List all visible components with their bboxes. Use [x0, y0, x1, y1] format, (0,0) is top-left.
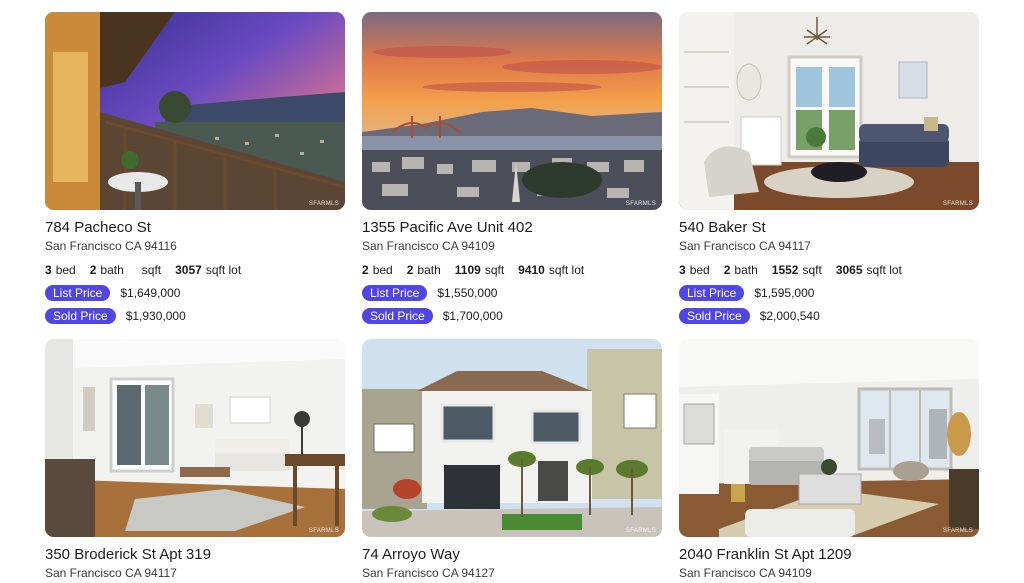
sqft-label: sqft: [802, 263, 822, 277]
photo-watermark: SFARMLS: [308, 528, 339, 534]
baths-stat: 2 bath: [407, 263, 441, 278]
listing-address[interactable]: 784 Pacheco St: [45, 219, 345, 236]
list-price-badge: List Price: [679, 285, 745, 301]
lot-label: sqft lot: [548, 263, 585, 277]
lot-stat: 3065 sqft lot: [836, 263, 902, 278]
sold-price-value: $2,000,540: [759, 309, 820, 323]
listing-address[interactable]: 1355 Pacific Ave Unit 402: [362, 219, 662, 236]
listing-photo[interactable]: SFARMLS: [362, 12, 662, 210]
listing-card[interactable]: SFARMLS 74 Arroyo Way San Francisco CA 9…: [362, 339, 662, 581]
list-price-row: List Price $1,550,000: [362, 285, 662, 301]
sold-price-row: Sold Price $1,700,000: [362, 308, 662, 324]
listing-address[interactable]: 350 Broderick St Apt 319: [45, 546, 345, 563]
listing-card[interactable]: SFARMLS 2040 Franklin St Apt 1209 San Fr…: [679, 339, 979, 581]
listing-photo-image: [362, 12, 662, 210]
lot-stat: 9410 sqft lot: [518, 263, 584, 278]
lot-stat: 3057 sqft lot: [175, 263, 241, 278]
listing-stats: 3 bed 2 bath 1552 sqft 3065 sqft lot: [679, 263, 979, 278]
baths-stat: 2 bath: [90, 263, 124, 278]
photo-watermark: SFARMLS: [942, 201, 973, 207]
baths-value: 2: [723, 263, 731, 277]
list-price-badge: List Price: [45, 285, 111, 301]
list-price-row: List Price $1,595,000: [679, 285, 979, 301]
beds-label: bed: [55, 263, 76, 277]
beds-value: 3: [679, 263, 686, 277]
lot-label: sqft lot: [205, 263, 242, 277]
sqft-value: 1552: [771, 263, 799, 277]
listing-photo[interactable]: SFARMLS: [679, 12, 979, 210]
photo-watermark: SFARMLS: [308, 201, 339, 207]
sqft-value: 1109: [454, 263, 481, 277]
baths-label: bath: [417, 263, 441, 277]
photo-watermark: SFARMLS: [942, 528, 973, 534]
listing-address[interactable]: 2040 Franklin St Apt 1209: [679, 546, 979, 563]
listing-photo[interactable]: SFARMLS: [679, 339, 979, 537]
listing-city: San Francisco CA 94116: [45, 239, 177, 253]
listing-photo[interactable]: SFARMLS: [45, 12, 345, 210]
sqft-stat: 1109 sqft: [455, 263, 504, 278]
lot-value: 9410: [518, 263, 545, 277]
beds-label: bed: [372, 263, 393, 277]
listing-photo-image: [45, 339, 345, 537]
lot-label: sqft lot: [866, 263, 902, 277]
sold-price-row: Sold Price $1,930,000: [45, 308, 345, 324]
listing-city: San Francisco CA 94109: [679, 566, 812, 580]
list-price-value: $1,550,000: [437, 286, 498, 300]
sqft-label: sqft: [141, 263, 162, 277]
listing-photo-image: [679, 12, 979, 210]
photo-watermark: SFARMLS: [625, 528, 656, 534]
sold-price-badge: Sold Price: [45, 308, 116, 324]
baths-value: 2: [89, 263, 97, 277]
beds-stat: 2 bed: [362, 263, 393, 278]
list-price-value: $1,649,000: [120, 286, 181, 300]
listing-card[interactable]: SFARMLS 784 Pacheco St San Francisco CA …: [45, 12, 345, 339]
sold-price-value: $1,700,000: [442, 309, 503, 323]
listing-city: San Francisco CA 94117: [45, 566, 177, 580]
listing-stats: 2 bed 2 bath 1109 sqft 9410 sqft lot: [362, 263, 662, 278]
listing-photo[interactable]: SFARMLS: [45, 339, 345, 537]
beds-stat: 3 bed: [679, 263, 710, 278]
sqft-label: sqft: [484, 263, 505, 277]
lot-value: 3065: [835, 263, 863, 277]
listing-grid: SFARMLS 784 Pacheco St San Francisco CA …: [45, 12, 979, 581]
baths-stat: 2 bath: [724, 263, 758, 278]
list-price-badge: List Price: [362, 285, 428, 301]
list-price-value: $1,595,000: [754, 286, 815, 300]
sold-price-row: Sold Price $2,000,540: [679, 308, 979, 324]
listing-city: San Francisco CA 94117: [679, 239, 811, 253]
sqft-stat: 1552 sqft: [772, 263, 822, 278]
listing-photo-image: [362, 339, 662, 537]
lot-value: 3057: [175, 263, 202, 277]
listing-photo[interactable]: SFARMLS: [362, 339, 662, 537]
baths-label: bath: [100, 263, 124, 277]
beds-value: 2: [362, 263, 369, 277]
listing-photo-image: [45, 12, 345, 210]
listing-photo-image: [679, 339, 979, 537]
sqft-stat: sqft: [138, 263, 161, 278]
listing-stats: 3 bed 2 bath sqft 3057 sqft lot: [45, 263, 345, 278]
listing-address[interactable]: 74 Arroyo Way: [362, 546, 662, 563]
beds-stat: 3 bed: [45, 263, 76, 278]
beds-value: 3: [45, 263, 52, 277]
list-price-row: List Price $1,649,000: [45, 285, 345, 301]
sold-price-value: $1,930,000: [125, 309, 186, 323]
baths-label: bath: [734, 263, 758, 277]
baths-value: 2: [406, 263, 414, 277]
photo-watermark: SFARMLS: [625, 201, 656, 207]
listing-city: San Francisco CA 94109: [362, 239, 495, 253]
beds-label: bed: [689, 263, 710, 277]
listing-card[interactable]: SFARMLS 1355 Pacific Ave Unit 402 San Fr…: [362, 12, 662, 339]
listing-city: San Francisco CA 94127: [362, 566, 495, 580]
listing-card[interactable]: SFARMLS 350 Broderick St Apt 319 San Fra…: [45, 339, 345, 581]
listing-card[interactable]: SFARMLS 540 Baker St San Francisco CA 94…: [679, 12, 979, 339]
sold-price-badge: Sold Price: [679, 308, 750, 324]
sold-price-badge: Sold Price: [362, 308, 433, 324]
listing-address[interactable]: 540 Baker St: [679, 219, 979, 236]
